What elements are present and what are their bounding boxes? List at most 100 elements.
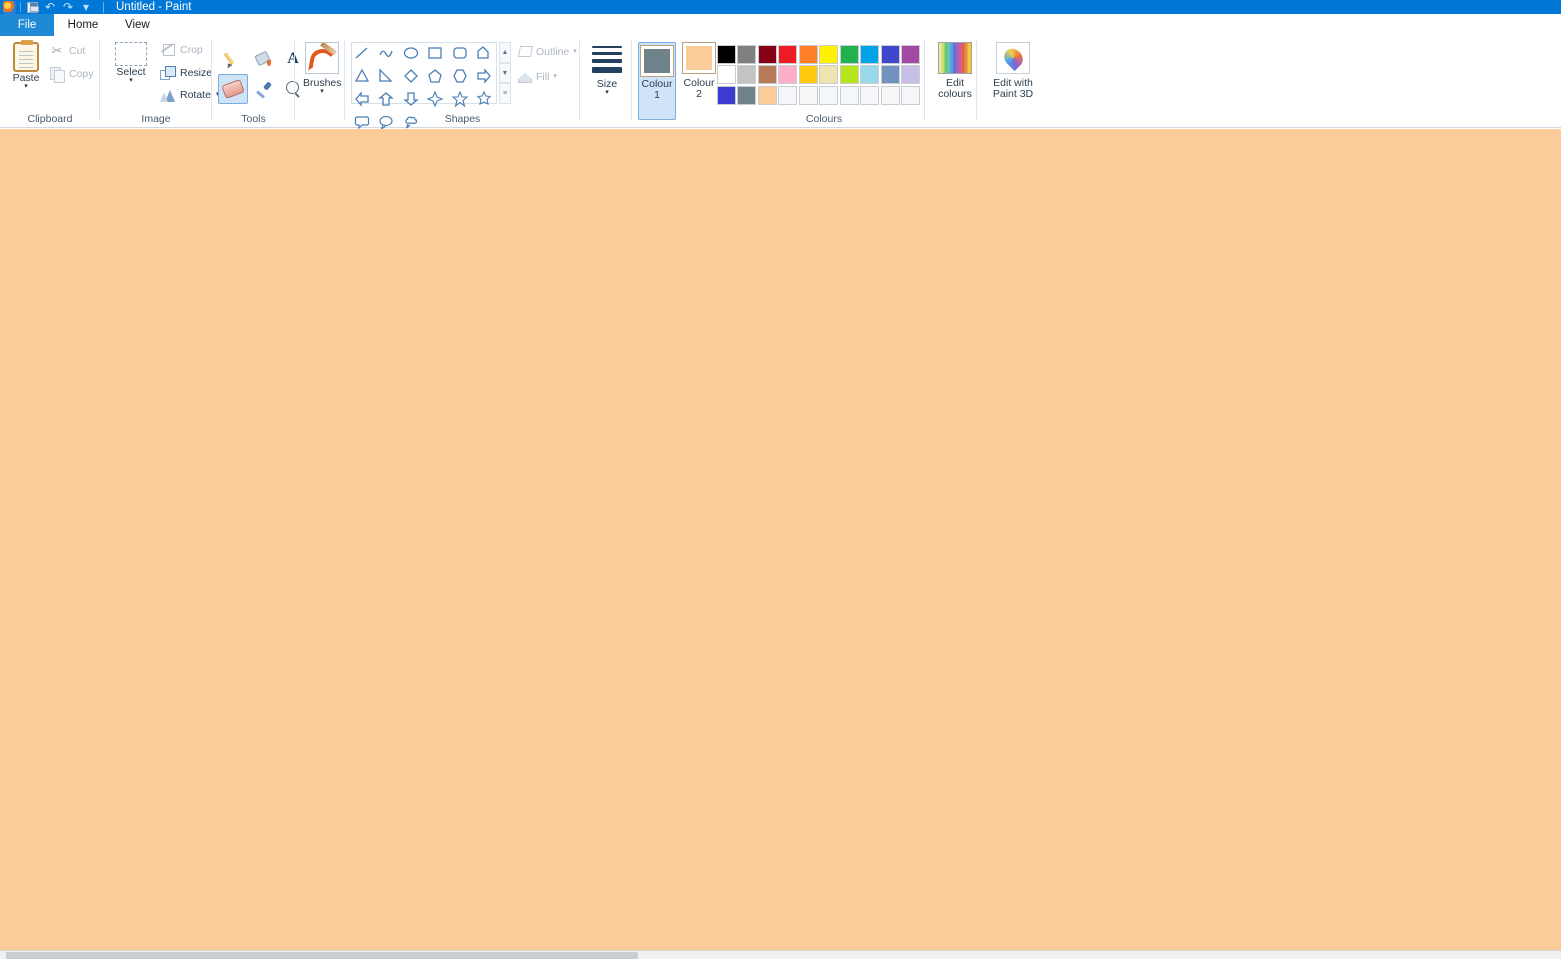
select-button[interactable]: Select ▾ [108,42,154,84]
horizontal-scrollbar[interactable] [0,950,1561,959]
shapes-scroll-up-icon[interactable]: ▲ [499,42,511,63]
shape-pentagon[interactable] [425,66,445,86]
chevron-down-icon[interactable]: ▾ [573,48,577,55]
copy-button[interactable]: Copy [50,67,94,83]
shape-five-point-star[interactable] [450,89,470,109]
shape-hexagon[interactable] [450,66,470,86]
edit-colours-button[interactable]: Edit colours [932,42,978,100]
shapes-open-gallery-icon[interactable]: ≡ [499,83,511,105]
palette-swatch-1-4[interactable] [798,65,818,85]
tab-file[interactable]: File [0,14,54,36]
palette-swatch-2-8[interactable] [880,85,900,105]
customize-qat-icon[interactable]: ▾ [79,0,93,14]
paste-button[interactable]: Paste ▾ [6,40,46,90]
size-lines-icon [586,44,628,73]
palette-swatch-1-1[interactable] [737,65,757,85]
shapes-gallery[interactable] [351,42,497,130]
palette-swatch-2-3[interactable] [778,85,798,105]
group-label-shapes: Shapes [444,113,481,125]
chevron-down-icon[interactable]: ▾ [303,88,341,95]
tool-colour-picker[interactable] [248,74,278,104]
chevron-down-icon[interactable]: ▾ [6,83,46,90]
palette-swatch-1-6[interactable] [839,65,859,85]
colour2-swatch [682,42,716,74]
palette-swatch-0-3[interactable] [778,44,798,64]
palette-swatch-0-6[interactable] [839,44,859,64]
palette-swatch-1-0[interactable] [716,65,736,85]
tool-fill[interactable] [248,44,278,74]
paint-logo-icon[interactable] [2,0,16,14]
palette-swatch-2-0[interactable] [716,85,736,105]
cut-button[interactable]: ✂ Cut [50,44,86,58]
shape-triangle[interactable] [352,66,372,86]
colour1-label-line2: 1 [654,89,660,101]
palette-swatch-2-1[interactable] [737,85,757,105]
palette-swatch-2-4[interactable] [798,85,818,105]
copy-label: Copy [69,68,94,80]
scrollbar-thumb[interactable] [6,952,638,959]
shape-oval[interactable] [401,43,421,63]
undo-icon[interactable]: ↶ [43,0,57,14]
shape-rounded-rectangle[interactable] [450,43,470,63]
shapes-scroll-buttons[interactable]: ▲ ▼ ≡ [499,42,511,105]
shapes-scroll-down-icon[interactable]: ▼ [499,62,511,84]
palette-swatch-1-3[interactable] [778,65,798,85]
quick-access-toolbar[interactable]: ↶ ↷ ▾ [0,0,104,14]
palette-swatch-2-6[interactable] [839,85,859,105]
resize-button[interactable]: Resize [160,66,212,80]
crop-button[interactable]: Crop [160,43,203,57]
tab-view[interactable]: View [112,14,1561,36]
palette-swatch-1-9[interactable] [901,65,921,85]
group-label-clipboard: Clipboard [27,113,73,125]
outline-button[interactable]: Outline ▾ [517,45,577,59]
shape-rectangle[interactable] [425,43,445,63]
palette-swatch-2-7[interactable] [860,85,880,105]
fill-button[interactable]: Fill ▾ [517,70,557,84]
palette-swatch-0-8[interactable] [880,44,900,64]
shape-line[interactable] [352,43,372,63]
size-button[interactable]: Size ▾ [586,44,628,96]
palette-swatch-0-7[interactable] [860,44,880,64]
save-icon[interactable] [25,0,39,14]
selection-rect-icon [115,42,147,66]
palette-swatch-0-4[interactable] [798,44,818,64]
shape-polygon[interactable] [474,43,494,63]
chevron-down-icon[interactable]: ▾ [108,77,154,84]
chevron-down-icon[interactable]: ▾ [586,89,628,96]
colour2-button[interactable]: Colour 2 [680,42,718,100]
shape-four-point-star[interactable] [425,89,445,109]
palette-swatch-1-7[interactable] [860,65,880,85]
palette-swatch-0-1[interactable] [737,44,757,64]
tool-pencil[interactable] [218,44,248,74]
shape-left-arrow[interactable] [352,89,372,109]
colour1-button[interactable]: Colour 1 [638,42,676,120]
shape-diamond[interactable] [401,66,421,86]
shape-curve[interactable] [376,43,396,63]
palette-swatch-0-5[interactable] [819,44,839,64]
shape-up-arrow[interactable] [376,89,396,109]
rotate-label: Rotate [180,89,211,101]
palette-swatch-2-2[interactable] [757,85,777,105]
edit-with-paint3d-button[interactable]: Edit with Paint 3D [982,42,1044,100]
canvas-workspace[interactable] [0,129,1561,959]
palette-swatch-1-2[interactable] [757,65,777,85]
redo-icon[interactable]: ↷ [61,0,75,14]
shape-six-point-star[interactable] [474,89,494,109]
palette-swatch-0-2[interactable] [757,44,777,64]
colour-palette[interactable] [716,44,921,106]
tool-eraser[interactable] [218,74,248,104]
palette-swatch-0-0[interactable] [716,44,736,64]
chevron-down-icon[interactable]: ▾ [553,73,557,80]
outline-icon [517,45,532,59]
palette-swatch-1-8[interactable] [880,65,900,85]
tab-home[interactable]: Home [54,14,112,36]
brushes-button[interactable]: Brushes ▾ [303,42,342,95]
palette-swatch-2-9[interactable] [901,85,921,105]
shape-right-triangle[interactable] [376,66,396,86]
palette-swatch-0-9[interactable] [901,44,921,64]
shape-right-arrow[interactable] [474,66,494,86]
shape-down-arrow[interactable] [401,89,421,109]
palette-swatch-2-5[interactable] [819,85,839,105]
palette-swatch-1-5[interactable] [819,65,839,85]
ribbon-group-brushes: Brushes ▾ [295,36,345,128]
